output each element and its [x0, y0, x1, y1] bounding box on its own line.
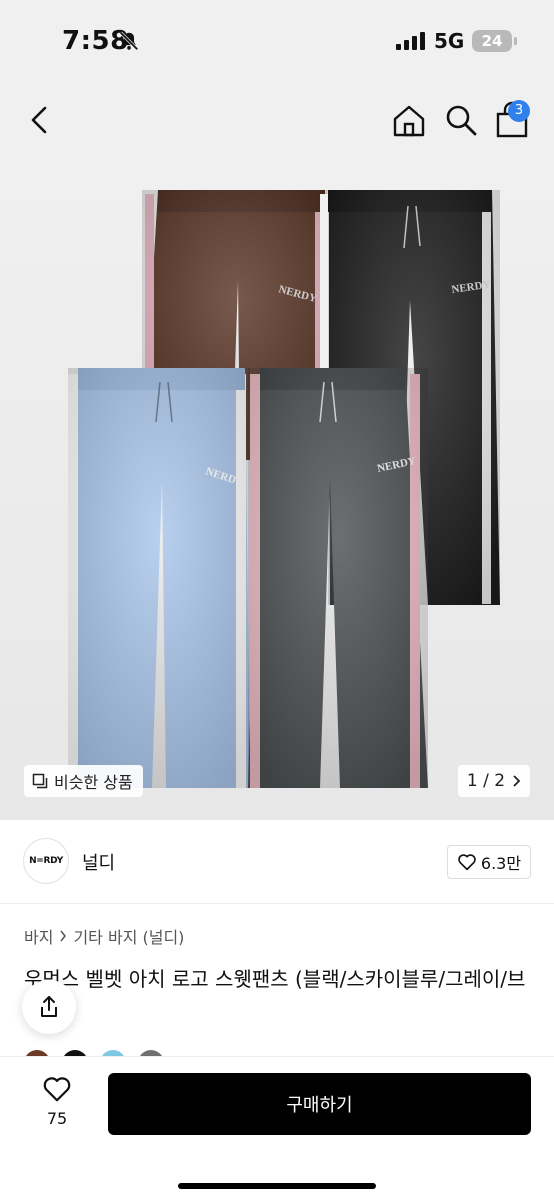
similar-products-label: 비슷한 상품: [54, 773, 133, 792]
signal-icon: [396, 32, 425, 50]
product-image-carousel[interactable]: NERDY NERDY NERDY: [0, 160, 554, 820]
heart-icon: [458, 854, 476, 871]
seller-name[interactable]: 널디: [82, 849, 115, 875]
similar-products-button[interactable]: 비슷한 상품: [24, 765, 143, 797]
brand-like-count: 6.3만: [480, 854, 522, 873]
breadcrumb-category[interactable]: 바지: [24, 924, 53, 948]
product-title: 우먼스 벨벳 아치 로고 스웻팬츠 (블랙/스카이블루/그레이/브라운): [24, 967, 526, 1025]
bell-muted-icon: [119, 31, 139, 51]
status-bar: 7:58 5G 24: [0, 0, 554, 84]
seller-row[interactable]: N=RDY 널디 6.3만: [0, 820, 554, 904]
buy-button[interactable]: 구매하기: [108, 1073, 531, 1135]
image-page-indicator[interactable]: 1 / 2: [458, 765, 530, 797]
brand-like-button[interactable]: 6.3만: [447, 845, 531, 879]
breadcrumb: 바지 기타 바지 (널디): [24, 924, 184, 948]
search-icon[interactable]: [443, 102, 479, 138]
product-image: NERDY NERDY NERDY: [68, 190, 500, 788]
home-indicator: [178, 1183, 376, 1189]
battery-icon: 24: [472, 30, 512, 52]
battery-tip: [514, 37, 517, 45]
cart-count-badge: 3: [508, 100, 530, 122]
pants-sky-blue: NERDY: [68, 368, 250, 788]
share-icon: [41, 996, 57, 1017]
copy-icon: [32, 773, 48, 789]
back-icon[interactable]: [22, 102, 58, 138]
wishlist-count: 75: [46, 1109, 68, 1128]
chevron-right-icon: [60, 930, 67, 942]
seller-logo[interactable]: N=RDY: [23, 838, 69, 884]
pants-gray: NERDY: [248, 368, 428, 788]
page-count: 1 / 2: [466, 771, 506, 791]
bottom-action-bar: 75 구매하기: [0, 1056, 554, 1200]
network-label: 5G: [434, 29, 465, 53]
home-icon[interactable]: [390, 102, 428, 140]
wishlist-button[interactable]: 75: [34, 1075, 80, 1135]
heart-icon: [43, 1077, 71, 1102]
share-button[interactable]: [22, 980, 76, 1034]
chevron-right-icon: [513, 775, 521, 787]
top-nav: [0, 84, 554, 160]
breadcrumb-subcategory[interactable]: 기타 바지 (널디): [73, 924, 184, 948]
